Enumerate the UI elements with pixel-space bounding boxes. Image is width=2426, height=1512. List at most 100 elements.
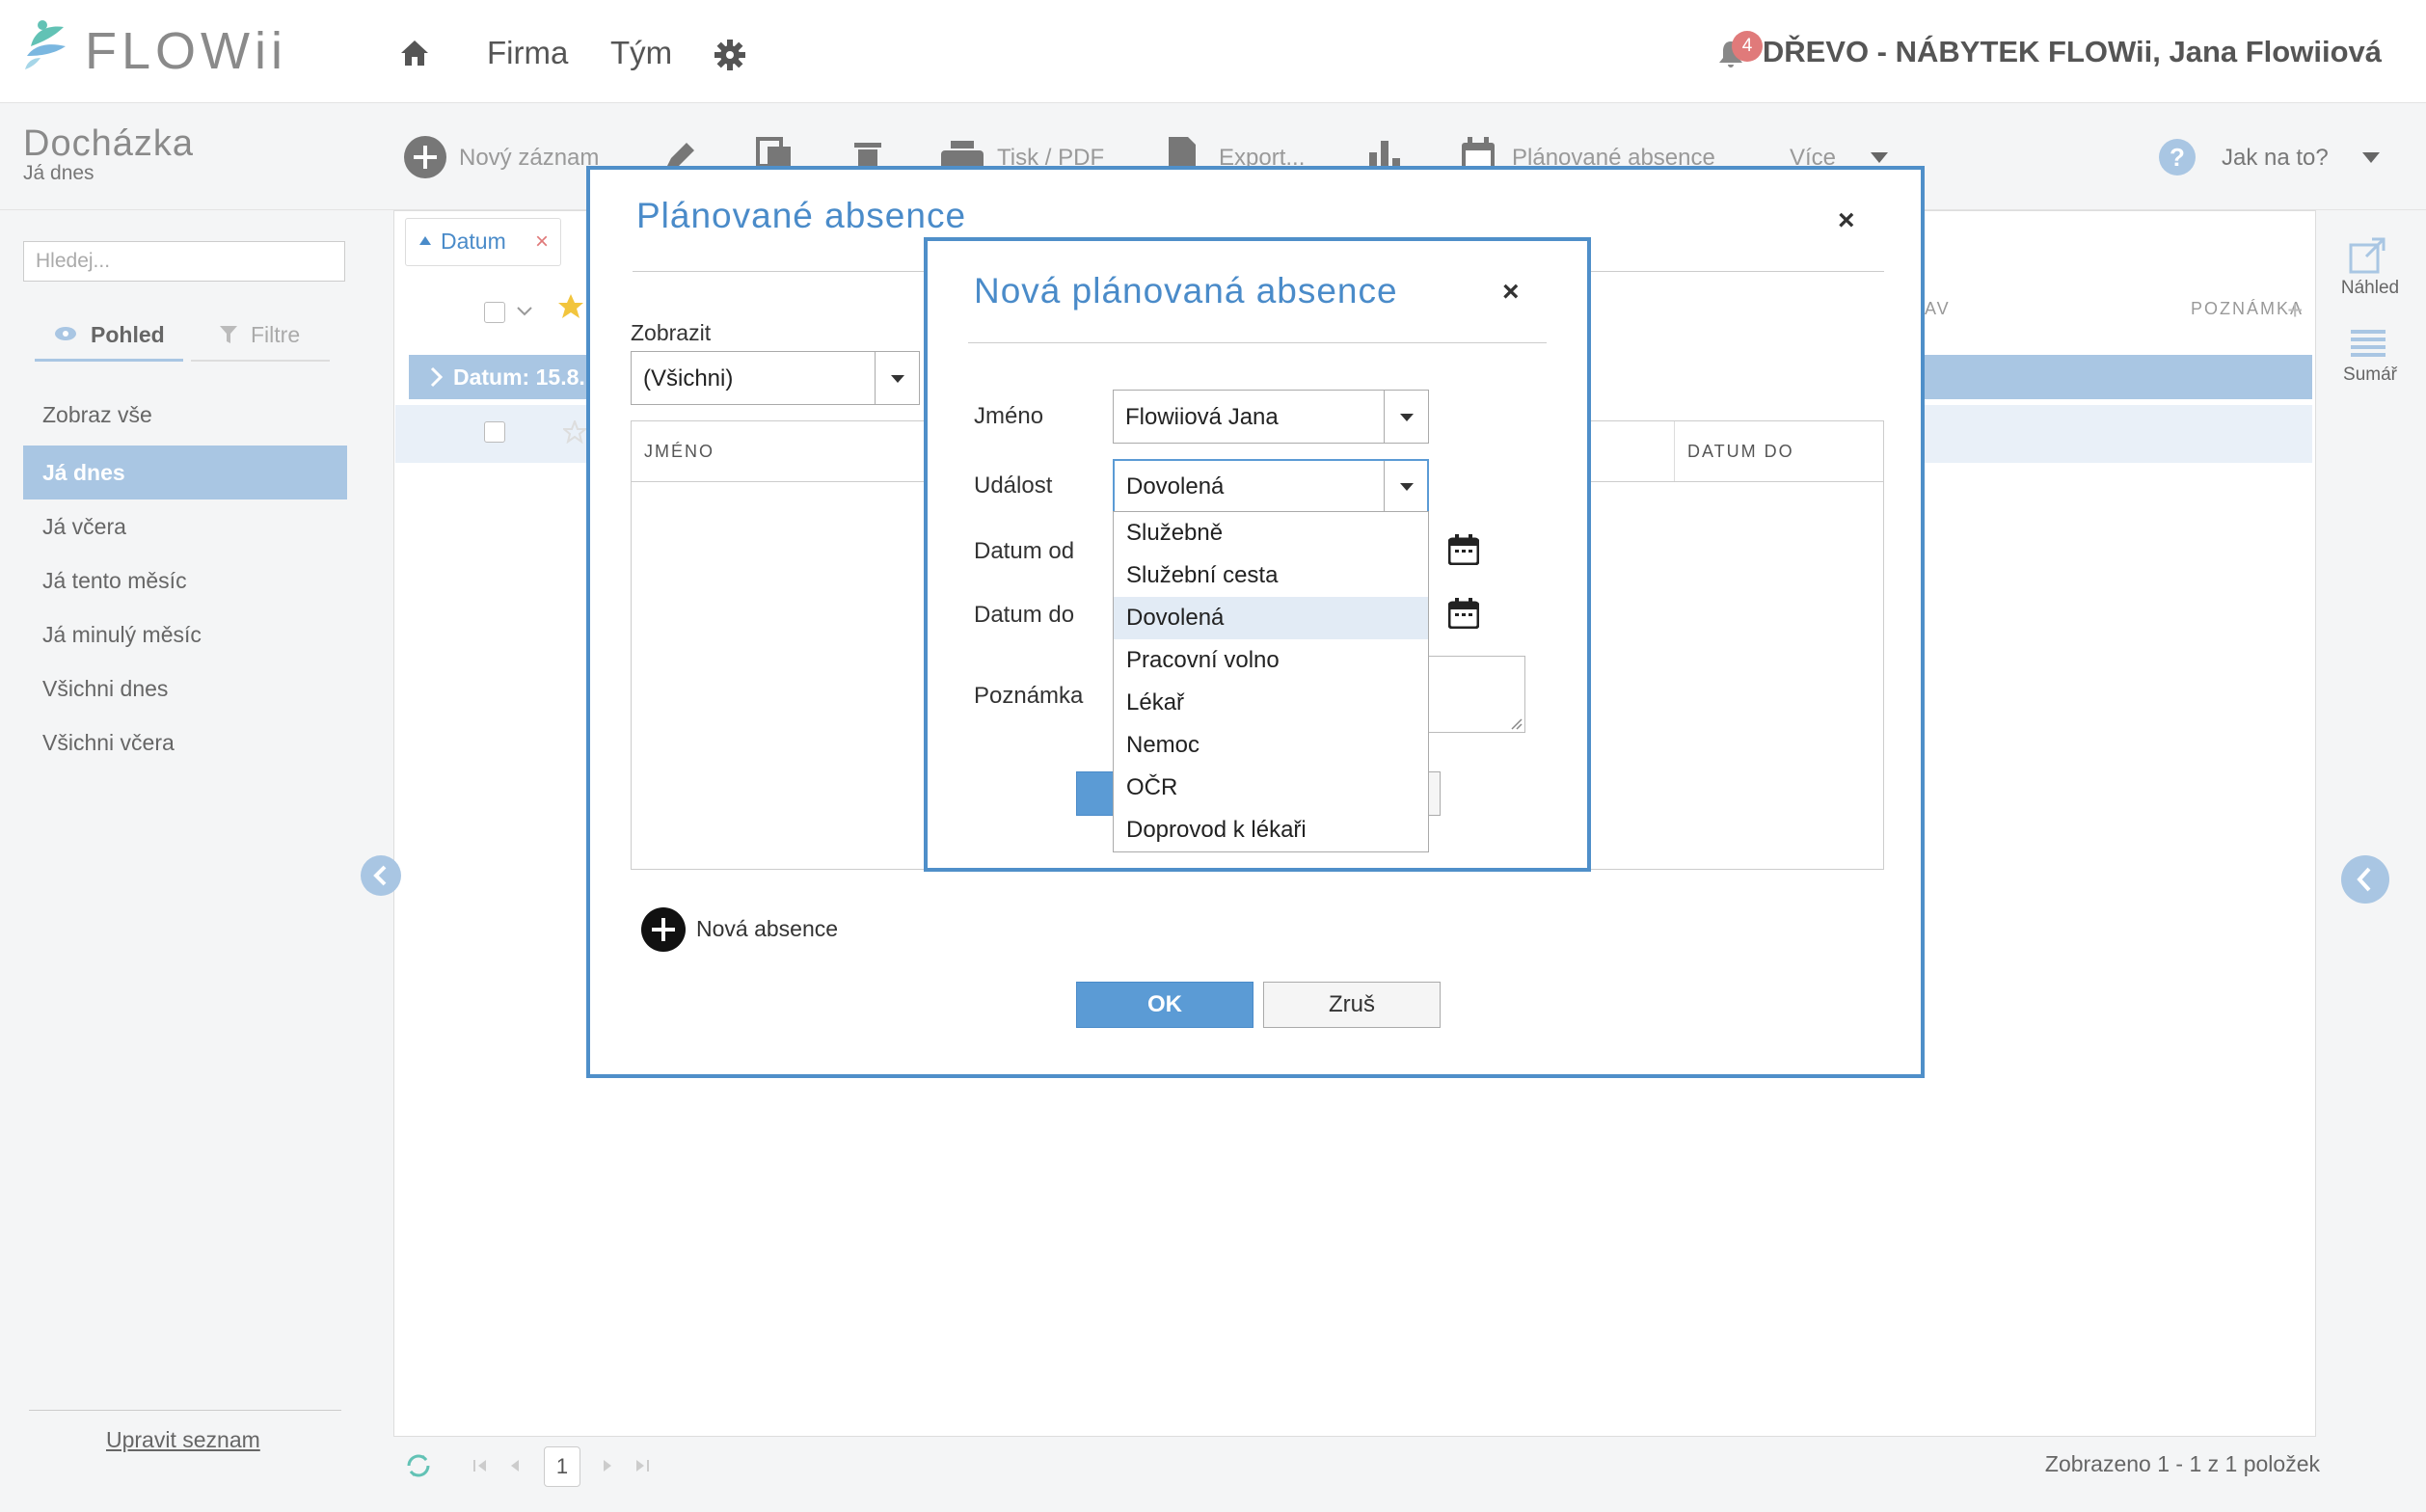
new-record-button[interactable]: Nový záznam (459, 145, 599, 172)
row-checkbox[interactable] (484, 421, 505, 443)
dialog-title: Nová plánovaná absence (974, 271, 1398, 310)
show-label: Zobrazit (631, 320, 712, 345)
chevron-down-icon[interactable] (1871, 152, 1888, 164)
dialog-divider (968, 342, 1547, 343)
column-header-name[interactable]: JMÉNO (644, 442, 714, 462)
ok-button[interactable]: OK (1076, 982, 1253, 1028)
save-button-partial[interactable] (1076, 771, 1115, 816)
tab-view-underline (35, 359, 183, 362)
dropdown-option-selected[interactable]: Dovolená (1114, 597, 1428, 639)
star-icon[interactable] (557, 293, 584, 320)
collapse-right-button[interactable] (2341, 855, 2389, 904)
name-label: Jméno (974, 403, 1044, 429)
tab-filters[interactable]: Filtre (251, 322, 300, 348)
dropdown-option[interactable]: Nemoc (1114, 724, 1428, 767)
sort-chip[interactable]: Datum × (405, 218, 561, 266)
eye-icon (54, 326, 77, 341)
close-icon[interactable]: × (1838, 204, 1855, 237)
close-icon[interactable]: × (1502, 276, 1520, 309)
date-from-calendar-icon[interactable] (1448, 534, 1479, 565)
tab-filters-underline (191, 360, 330, 362)
name-select-value: Flowiiová Jana (1125, 404, 1279, 430)
select-all-checkbox[interactable] (484, 302, 505, 323)
dialog-title: Plánované absence (636, 196, 967, 235)
list-icon[interactable] (2351, 328, 2386, 359)
expand-icon[interactable] (430, 366, 444, 388)
last-page-icon[interactable] (634, 1458, 650, 1473)
dropdown-option[interactable]: Doprovod k lékaři (1114, 809, 1428, 851)
help-icon[interactable]: ? (2158, 138, 2197, 176)
logo-text[interactable]: FLOWii (85, 21, 287, 81)
dropdown-option[interactable]: Služební cesta (1114, 554, 1428, 597)
add-circle-icon[interactable] (403, 135, 447, 179)
help-chevron-icon[interactable] (2362, 152, 2380, 164)
refresh-icon[interactable] (403, 1452, 434, 1479)
page-subtitle: Já dnes (23, 162, 94, 184)
event-select[interactable]: Dovolená (1113, 459, 1429, 513)
cancel-button[interactable]: Zruš (1263, 982, 1441, 1028)
search-input[interactable]: Hledej... (23, 241, 345, 282)
date-from-label: Datum od (974, 538, 1075, 564)
nav-tym[interactable]: Tým (610, 35, 672, 71)
summary-label[interactable]: Sumář (2332, 364, 2409, 386)
gear-icon[interactable] (714, 39, 746, 71)
column-header-partial: AV (1925, 299, 1951, 318)
sidebar-item-me-this-month[interactable]: Já tento měsíc (23, 554, 347, 608)
event-select-arrow[interactable] (1384, 461, 1429, 513)
group-label: Datum: 15.8. (453, 364, 585, 390)
sidebar-item-me-last-month[interactable]: Já minulý měsíc (23, 608, 347, 662)
sidebar-item-me-today[interactable]: Já dnes (23, 446, 347, 500)
flowii-logo-icon[interactable] (21, 17, 75, 77)
dropdown-option[interactable]: Lékař (1114, 682, 1428, 724)
prev-page-icon[interactable] (509, 1458, 521, 1473)
sidebar-divider (29, 1410, 341, 1411)
sidebar-item-all-yesterday[interactable]: Všichni včera (23, 716, 347, 770)
date-to-label: Datum do (974, 602, 1075, 628)
event-select-value: Dovolená (1126, 473, 1225, 500)
tab-view[interactable]: Pohled (91, 322, 165, 348)
dropdown-option[interactable]: Služebně (1114, 512, 1428, 554)
preview-label[interactable]: Náhled (2332, 278, 2409, 299)
column-header-date-to[interactable]: DATUM DO (1687, 442, 1794, 462)
next-page-icon[interactable] (602, 1458, 613, 1473)
edit-list-link[interactable]: Upravit seznam (106, 1427, 260, 1453)
external-link-icon[interactable] (2349, 237, 2387, 274)
notification-badge: 4 (1732, 31, 1763, 62)
first-page-icon[interactable] (472, 1458, 488, 1473)
row-star-icon[interactable] (563, 420, 586, 444)
help-link[interactable]: Jak na to? (2222, 145, 2329, 172)
select-chevron-icon[interactable] (517, 307, 532, 316)
add-column-icon[interactable]: + (2287, 297, 2303, 324)
name-select[interactable]: Flowiiová Jana (1113, 390, 1429, 444)
copy-icon[interactable] (756, 137, 793, 170)
svg-text:?: ? (2170, 143, 2185, 172)
dropdown-option[interactable]: Pracovní volno (1114, 639, 1428, 682)
show-select-value: (Všichni) (643, 365, 734, 392)
resize-handle-icon[interactable] (1509, 716, 1523, 730)
event-label: Událost (974, 472, 1053, 499)
new-absence-button[interactable]: Nová absence (696, 916, 838, 942)
note-textarea[interactable] (1425, 656, 1525, 733)
sidebar-item-me-yesterday[interactable]: Já včera (23, 500, 347, 554)
add-absence-icon[interactable] (640, 906, 687, 953)
sort-chip-label: Datum (441, 229, 506, 254)
remove-chip-icon[interactable]: × (535, 229, 549, 256)
sort-up-icon (419, 236, 431, 246)
dropdown-option[interactable]: OČR (1114, 767, 1428, 809)
show-select-arrow[interactable] (875, 352, 920, 404)
records-count: Zobrazeno 1 - 1 z 1 položek (2044, 1451, 2320, 1476)
note-label: Poznámka (974, 683, 1084, 709)
page-title: Docházka (23, 123, 194, 164)
name-select-arrow[interactable] (1384, 391, 1429, 443)
collapse-left-button[interactable] (361, 855, 401, 896)
sidebar-item-all-today[interactable]: Všichni dnes (23, 662, 347, 716)
nav-firma[interactable]: Firma (487, 35, 568, 71)
company-user-label[interactable]: DŘEVO - NÁBYTEK FLOWii, Jana Flowiiová (1763, 35, 2382, 69)
date-to-calendar-icon[interactable] (1448, 598, 1479, 629)
home-icon[interactable] (399, 39, 430, 68)
filter-icon (220, 326, 237, 343)
sidebar-item-show-all[interactable]: Zobraz vše (23, 388, 347, 442)
page-number[interactable]: 1 (544, 1446, 580, 1487)
column-divider (1674, 421, 1675, 481)
show-select[interactable]: (Všichni) (631, 351, 920, 405)
